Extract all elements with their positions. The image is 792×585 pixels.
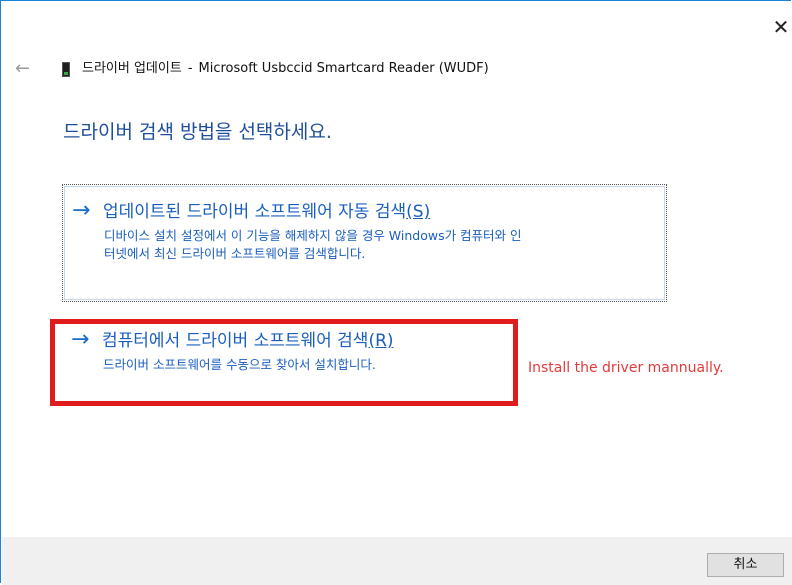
auto-search-title-text: 업데이트된 드라이버 소프트웨어 자동 검색 (103, 202, 407, 222)
cancel-button[interactable]: 취소 (707, 553, 784, 577)
close-icon[interactable]: ✕ (769, 15, 792, 39)
auto-search-option[interactable]: → 업데이트된 드라이버 소프트웨어 자동 검색(S) 디바이스 설치 설정에서… (62, 184, 667, 302)
window-title: 드라이버 업데이트 - Microsoft Usbccid Smartcard Re… (82, 59, 489, 79)
auto-search-description-line2: 터넷에서 최신 드라이버 소프트웨어를 검색합니다. (104, 246, 366, 261)
title-prefix: 드라이버 업데이트 (82, 61, 182, 76)
arrow-right-icon: → (72, 198, 91, 223)
back-arrow-icon[interactable]: ← (15, 59, 39, 79)
auto-search-accelerator: (S) (406, 202, 431, 222)
device-name: Microsoft Usbccid Smartcard Reader (WUDF… (198, 61, 489, 76)
smartcard-reader-icon (62, 62, 70, 77)
auto-search-title: 업데이트된 드라이버 소프트웨어 자동 검색(S) (103, 200, 430, 224)
annotation-text: Install the driver mannually. (528, 360, 724, 376)
arrow-right-icon: → (71, 327, 90, 352)
browse-computer-title-text: 컴퓨터에서 드라이버 소프트웨어 검색 (102, 331, 369, 351)
auto-search-description-line1: 디바이스 설치 설정에서 이 기능을 해제하지 않을 경우 Windows가 컴… (104, 228, 522, 243)
footer-bar (2, 537, 792, 585)
page-heading: 드라이버 검색 방법을 선택하세요. (63, 121, 332, 143)
browse-computer-accelerator: (R) (368, 331, 394, 351)
title-separator: - (187, 61, 193, 76)
driver-update-window: ✕ ← 드라이버 업데이트 - Microsoft Usbccid Smartcar… (0, 0, 792, 585)
auto-search-description: 디바이스 설치 설정에서 이 기능을 해제하지 않을 경우 Windows가 컴… (104, 227, 664, 263)
browse-computer-title: 컴퓨터에서 드라이버 소프트웨어 검색(R) (102, 329, 394, 353)
